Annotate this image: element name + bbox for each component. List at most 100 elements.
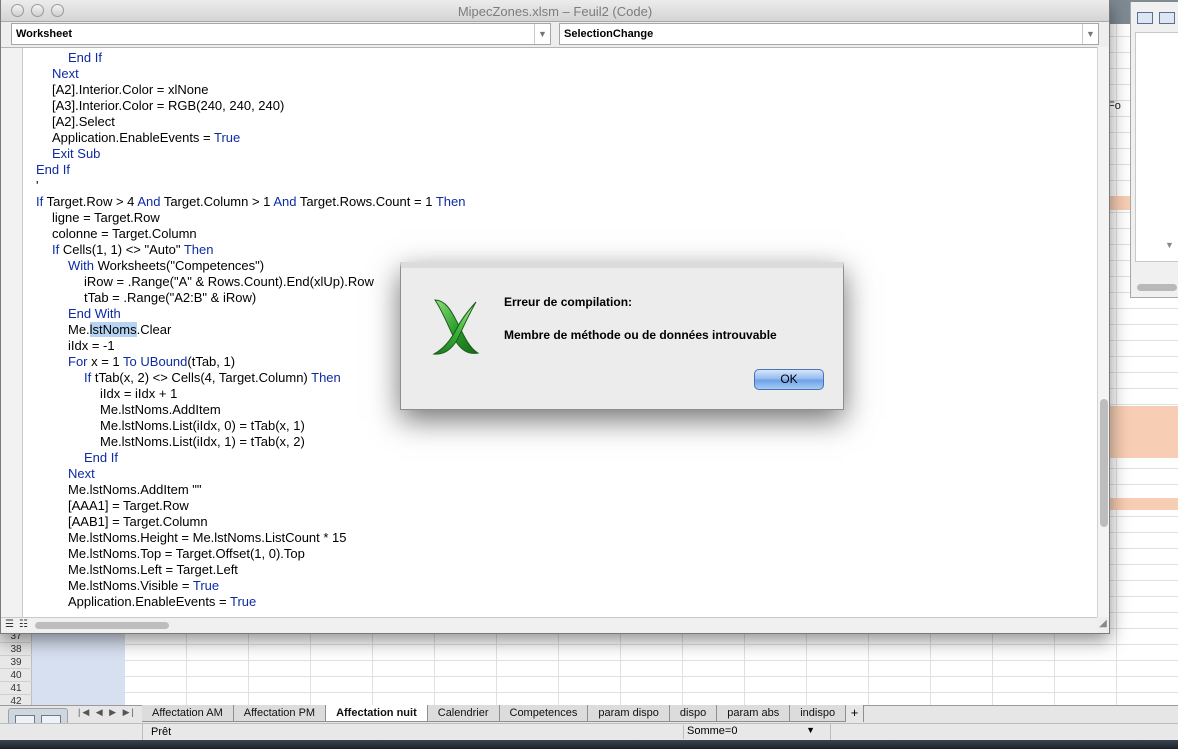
code-keyword: End If xyxy=(36,162,70,177)
procedure-view-icon[interactable]: ☰ xyxy=(5,620,16,631)
code-line[interactable]: End If xyxy=(36,50,1086,66)
sheet-tab[interactable]: param abs xyxy=(717,705,791,722)
code-text: Me.lstNoms.Visible = xyxy=(68,578,193,593)
code-line[interactable]: If Cells(1, 1) <> "Auto" Then xyxy=(36,242,1086,258)
row-number[interactable]: 41 xyxy=(0,682,32,695)
status-bar: Prêt Somme=0 ▼ xyxy=(0,723,1178,741)
chevron-down-icon: ▼ xyxy=(1082,24,1098,44)
code-line[interactable]: Next xyxy=(36,66,1086,82)
code-line[interactable]: Next xyxy=(36,466,1086,482)
status-divider xyxy=(142,724,143,741)
code-text: Me.lstNoms.Height = Me.lstNoms.ListCount… xyxy=(68,530,347,545)
full-module-view-icon[interactable]: ☷ xyxy=(19,620,30,631)
side-panel-scrollbar[interactable] xyxy=(1137,284,1177,291)
code-text: Target.Rows.Count = 1 xyxy=(296,194,436,209)
selected-token: lstNoms xyxy=(89,322,137,337)
code-text: iIdx = -1 xyxy=(68,338,115,353)
code-line[interactable]: Exit Sub xyxy=(36,146,1086,162)
chevron-down-icon: ▼ xyxy=(806,725,815,735)
resize-grip-icon[interactable]: ◢ xyxy=(1097,618,1109,632)
code-text: iRow = .Range("A" & Rows.Count).End(xlUp… xyxy=(84,274,374,289)
code-text: x = 1 xyxy=(87,354,124,369)
sheet-tab[interactable]: Calendrier xyxy=(427,705,500,722)
code-text: Worksheets("Competences") xyxy=(94,258,265,273)
add-sheet-button[interactable]: + xyxy=(846,705,865,722)
object-dropdown[interactable]: Worksheet ▼ xyxy=(11,23,551,45)
sheet-tab[interactable]: param dispo xyxy=(588,705,670,722)
code-text: ' xyxy=(36,178,39,193)
code-line[interactable]: End If xyxy=(36,450,1086,466)
code-margin[interactable] xyxy=(1,48,23,617)
code-line[interactable]: Me.lstNoms.List(iIdx, 0) = tTab(x, 1) xyxy=(36,418,1086,434)
code-line[interactable]: ligne = Target.Row xyxy=(36,210,1086,226)
status-ready-text: Prêt xyxy=(151,726,172,738)
sheet-tab[interactable]: Competences xyxy=(499,705,589,722)
panel-view-icon[interactable] xyxy=(1137,12,1153,24)
vertical-scrollbar-thumb[interactable] xyxy=(1100,399,1108,527)
code-line[interactable]: Me.lstNoms.AddItem "" xyxy=(36,482,1086,498)
window-title: MipecZones.xlsm – Feuil2 (Code) xyxy=(457,4,653,19)
sheet-tabs: Affectation AM Affectation PM Affectation … xyxy=(142,705,865,722)
code-line[interactable]: colonne = Target.Column xyxy=(36,226,1086,242)
code-line[interactable]: Application.EnableEvents = True xyxy=(36,130,1086,146)
horizontal-scrollbar[interactable]: ☰ ☷ xyxy=(1,617,1097,632)
code-keyword: For xyxy=(68,354,88,369)
code-keyword: True xyxy=(192,578,220,593)
code-text: [A2].Interior.Color = xlNone xyxy=(52,82,209,97)
code-keyword: Next xyxy=(68,466,95,481)
side-panel-content xyxy=(1135,32,1178,262)
sheet-tab[interactable]: indispo xyxy=(790,705,847,722)
tab-navigation-arrows[interactable]: |◀ ◀ ▶ ▶| xyxy=(78,707,136,718)
code-text: Me.lstNoms.AddItem xyxy=(100,402,221,417)
procedure-dropdown-value: SelectionChange xyxy=(564,28,654,40)
sheet-tab[interactable]: Affectation nuit xyxy=(326,705,428,722)
code-text: Me.lstNoms.List(iIdx, 0) = tTab(x, 1) xyxy=(100,418,305,433)
chevron-down-icon[interactable]: ▼ xyxy=(1165,240,1174,250)
code-line[interactable]: [A2].Select xyxy=(36,114,1086,130)
code-line[interactable]: Me.lstNoms.Visible = True xyxy=(36,578,1086,594)
code-line[interactable]: ' xyxy=(36,178,1086,194)
status-divider xyxy=(830,724,831,741)
row-number[interactable]: 38 xyxy=(0,643,32,656)
sheet-tab[interactable]: dispo xyxy=(669,705,718,722)
excel-logo-icon xyxy=(431,298,481,356)
code-keyword: Then xyxy=(435,194,466,209)
code-line[interactable]: Me.lstNoms.Height = Me.lstNoms.ListCount… xyxy=(36,530,1086,546)
dialog-message: Membre de méthode ou de données introuva… xyxy=(504,328,777,342)
window-titlebar[interactable]: MipecZones.xlsm – Feuil2 (Code) xyxy=(1,0,1109,22)
object-dropdown-value: Worksheet xyxy=(16,28,73,40)
code-line[interactable]: [AAA1] = Target.Row xyxy=(36,498,1086,514)
code-keyword: End With xyxy=(68,306,121,321)
code-keyword: And xyxy=(273,194,297,209)
code-text: .Clear xyxy=(136,322,172,337)
panel-list-icon[interactable] xyxy=(1159,12,1175,24)
code-line[interactable]: Me.lstNoms.List(iIdx, 1) = tTab(x, 2) xyxy=(36,434,1086,450)
sheet-tab[interactable]: Affectation PM xyxy=(233,705,327,722)
code-text: ligne = Target.Row xyxy=(52,210,160,225)
row-number[interactable]: 39 xyxy=(0,656,32,669)
procedure-dropdown[interactable]: SelectionChange ▼ xyxy=(559,23,1099,45)
status-sum-selector[interactable]: Somme=0 ▼ xyxy=(683,725,821,739)
code-line[interactable]: [AAB1] = Target.Column xyxy=(36,514,1086,530)
code-text: iIdx = iIdx + 1 xyxy=(100,386,178,401)
ok-button[interactable]: OK xyxy=(754,369,824,390)
code-line[interactable]: End If xyxy=(36,162,1086,178)
vertical-scrollbar[interactable] xyxy=(1097,47,1109,617)
code-text: Me. xyxy=(68,322,90,337)
code-text: Application.EnableEvents = xyxy=(52,130,215,145)
code-line[interactable]: If Target.Row > 4 And Target.Column > 1 … xyxy=(36,194,1086,210)
code-line[interactable]: [A3].Interior.Color = RGB(240, 240, 240) xyxy=(36,98,1086,114)
status-sum-text: Somme=0 xyxy=(687,725,738,737)
selected-column-area xyxy=(32,630,125,705)
code-text: Me.lstNoms.List(iIdx, 1) = tTab(x, 2) xyxy=(100,434,305,449)
code-line[interactable]: Me.lstNoms.Top = Target.Offset(1, 0).Top xyxy=(36,546,1086,562)
code-keyword: Next xyxy=(52,66,79,81)
horizontal-scrollbar-thumb[interactable] xyxy=(35,622,169,629)
code-line[interactable]: Me.lstNoms.Left = Target.Left xyxy=(36,562,1086,578)
code-line[interactable]: Application.EnableEvents = True xyxy=(36,594,1086,610)
code-keyword: Exit Sub xyxy=(52,146,101,161)
code-line[interactable]: [A2].Interior.Color = xlNone xyxy=(36,82,1086,98)
code-text: [A3].Interior.Color = RGB(240, 240, 240) xyxy=(52,98,285,113)
sheet-tab[interactable]: Affectation AM xyxy=(142,705,234,722)
row-number[interactable]: 40 xyxy=(0,669,32,682)
